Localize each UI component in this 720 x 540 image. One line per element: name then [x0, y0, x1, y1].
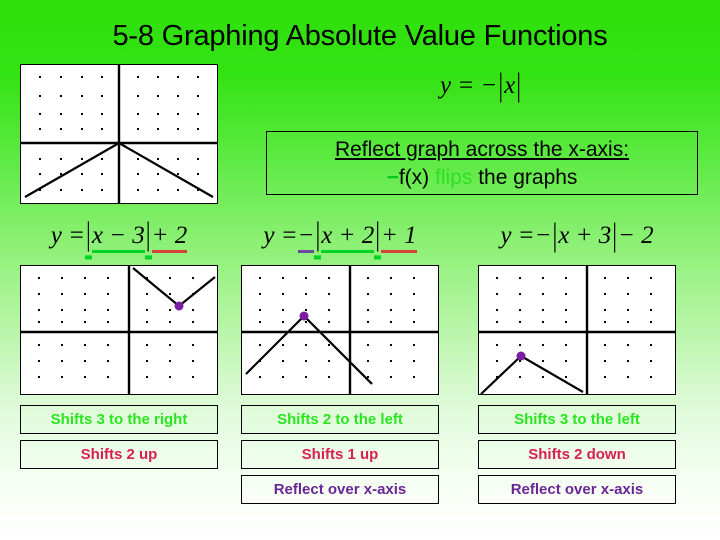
equation-col-1: y =|x − 3|+ 2 [20, 218, 218, 260]
eq2-inside: x + 2 [321, 222, 375, 253]
eq2-y: y [263, 222, 275, 249]
eq1-bar-close: | [144, 218, 152, 260]
eq1-inside: x − 3 [91, 222, 145, 253]
graph-col-2-svg [242, 266, 438, 394]
label-col-1-horizontal-shift: Shifts 3 to the right [20, 405, 218, 434]
eq1-tail: + 2 [151, 222, 188, 253]
graph-col-1-svg [21, 266, 217, 394]
function-curve [132, 267, 216, 308]
callout-fx: f(x) [398, 166, 430, 189]
grid-dots [38, 277, 194, 378]
eq-minus: − [480, 72, 498, 99]
vertex-dot [516, 351, 526, 361]
label-col-1-vertical-shift: Shifts 2 up [20, 440, 218, 469]
eq3-tail: − 2 [618, 222, 654, 249]
graph-parent-function [20, 64, 218, 204]
callout-tail: the graphs [478, 166, 578, 189]
eq3-inside: x + 3 [558, 222, 612, 249]
grid-dots [496, 277, 652, 378]
label-col-3-horizontal-shift: Shifts 3 to the left [478, 405, 676, 434]
equation-col-3: y =−|x + 3|− 2 [478, 218, 676, 253]
label-col-2-reflection: Reflect over x-axis [241, 475, 439, 504]
graph-col-3 [478, 265, 676, 395]
callout-minus-sign: − [386, 166, 399, 189]
vertex-dot [174, 301, 184, 311]
graph-col-3-svg [479, 266, 675, 394]
label-col-3-reflection: Reflect over x-axis [478, 475, 676, 504]
vertex-dot [299, 311, 309, 321]
label-col-2-horizontal-shift: Shifts 2 to the left [241, 405, 439, 434]
eq2-lead-sign: − [297, 222, 315, 253]
callout-line-2: −f(x) flips the graphs [267, 164, 697, 192]
eq3-equals: = [517, 222, 535, 249]
callout-reflect-box: Reflect graph across the x-axis: −f(x) f… [266, 131, 698, 195]
graph-col-1 [20, 265, 218, 395]
eq3-bar-close: | [612, 218, 618, 254]
eq2-bar-open: | [314, 218, 322, 260]
page-title: 5-8 Graphing Absolute Value Functions [112, 20, 608, 52]
callout-line-1: Reflect graph across the x-axis: [334, 138, 630, 161]
function-curve [245, 314, 373, 385]
eq-y: y [439, 72, 452, 99]
eq1-equals: = [68, 222, 85, 249]
graph-col-2 [241, 265, 439, 395]
eq1-y: y [50, 222, 62, 249]
eq-equals: = [457, 72, 475, 99]
callout-flips-word: flips [434, 166, 473, 189]
eq3-lead-sign: − [534, 222, 552, 249]
eq-x: x [504, 72, 516, 99]
eq2-tail: + 1 [381, 222, 417, 253]
eq-bar-open: | [498, 68, 504, 104]
equation-col-2: y =−|x + 2|+ 1 [241, 218, 439, 260]
graph-parent-svg [21, 65, 217, 203]
label-col-2-vertical-shift: Shifts 1 up [241, 440, 439, 469]
label-col-3-vertical-shift: Shifts 2 down [478, 440, 676, 469]
eq2-equals: = [280, 222, 298, 249]
eq-bar-close: | [516, 68, 522, 104]
eq2-bar-close: | [374, 218, 382, 260]
grid-dots [259, 277, 415, 378]
slide-canvas: 5-8 Graphing Absolute Value Functions y … [0, 0, 720, 540]
eq3-bar-open: | [552, 218, 558, 254]
eq3-y: y [500, 222, 512, 249]
eq1-bar-open: | [85, 218, 92, 260]
equation-parent: y = −|x| [386, 68, 576, 103]
